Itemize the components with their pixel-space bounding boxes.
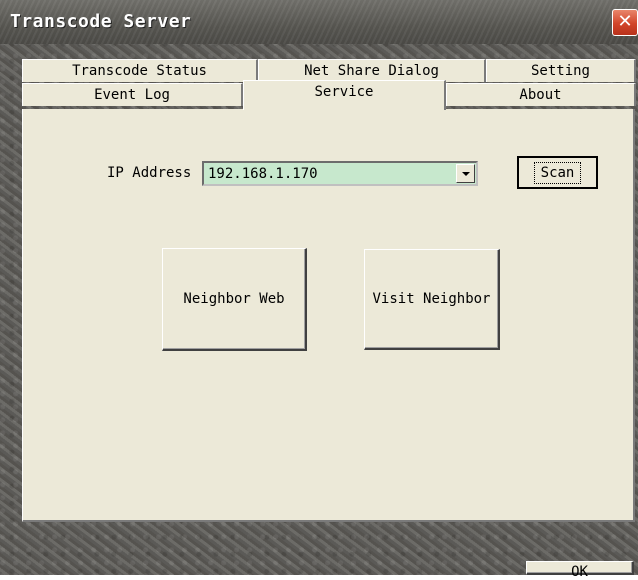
- ok-button-label: OK: [571, 564, 588, 580]
- scan-button[interactable]: Scan: [517, 156, 598, 189]
- tab-about[interactable]: About: [446, 83, 636, 106]
- ip-address-label: IP Address: [107, 165, 192, 181]
- neighbor-web-label: Neighbor Web: [183, 291, 285, 307]
- close-button[interactable]: ✕: [612, 9, 638, 36]
- ip-address-value: 192.168.1.170: [208, 166, 318, 182]
- close-icon: ✕: [617, 11, 633, 32]
- tab-transcode-status[interactable]: Transcode Status: [22, 59, 258, 82]
- ip-address-dropdown[interactable]: 192.168.1.170: [202, 161, 478, 186]
- tab-service[interactable]: Service: [243, 80, 446, 110]
- tab-label: Service: [314, 84, 374, 100]
- title-bar[interactable]: Transcode Server ✕: [0, 0, 638, 44]
- tab-label: Transcode Status: [72, 63, 207, 79]
- tab-label: About: [519, 87, 562, 103]
- window-title: Transcode Server: [10, 11, 192, 32]
- visit-neighbor-button[interactable]: Visit Neighbor: [364, 249, 500, 350]
- tab-net-share-dialog[interactable]: Net Share Dialog: [258, 59, 486, 82]
- tab-label: Net Share Dialog: [304, 63, 439, 79]
- chevron-down-icon[interactable]: [456, 164, 475, 183]
- ok-button[interactable]: OK: [526, 561, 634, 580]
- tab-label: Setting: [530, 63, 590, 79]
- neighbor-web-button[interactable]: Neighbor Web: [162, 248, 307, 351]
- tab-setting[interactable]: Setting: [486, 59, 636, 82]
- transcode-server-window: Transcode Server ✕ Transcode Status Net …: [0, 0, 638, 580]
- scan-button-label: Scan: [533, 161, 582, 184]
- tab-label: Event Log: [94, 87, 170, 103]
- tab-event-log[interactable]: Event Log: [22, 83, 243, 106]
- visit-neighbor-label: Visit Neighbor: [372, 291, 491, 307]
